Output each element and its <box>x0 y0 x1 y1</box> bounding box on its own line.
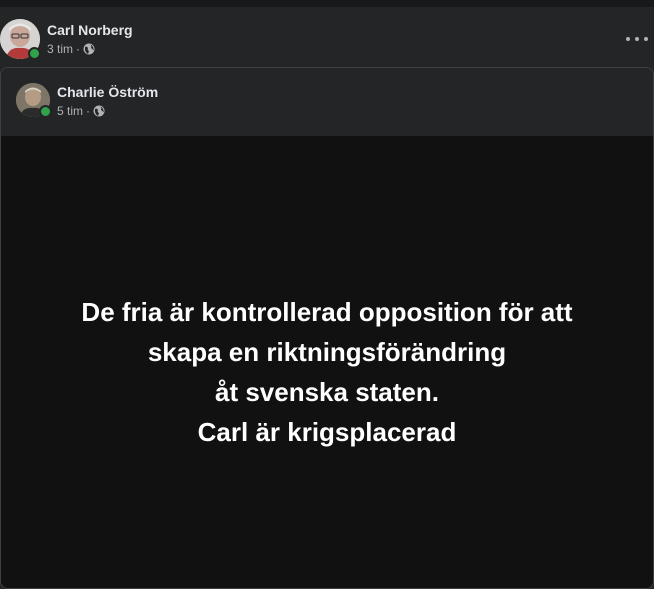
post-meta: 3 tim · <box>47 42 95 56</box>
shared-author-name[interactable]: Charlie Öström <box>57 84 158 100</box>
shared-online-status-dot <box>39 105 52 118</box>
globe-icon[interactable] <box>83 43 95 55</box>
shared-text-line: åt svenska staten. <box>214 377 439 407</box>
shared-post-meta: 5 tim · <box>57 104 105 118</box>
shared-text-line: Carl är krigsplacerad <box>197 417 457 447</box>
author-name[interactable]: Carl Norberg <box>47 22 133 38</box>
author-avatar[interactable] <box>0 19 41 60</box>
shared-post-body: De fria är kontrollerad opposition för a… <box>1 136 653 588</box>
shared-post-time[interactable]: 5 tim <box>57 104 83 118</box>
post-time[interactable]: 3 tim <box>47 42 73 56</box>
meta-separator: · <box>76 42 81 56</box>
shared-text-line: De fria är kontrollerad opposition för a… <box>81 297 573 327</box>
post-header: Carl Norberg 3 tim · <box>0 7 654 67</box>
shared-post-header: Charlie Öström 5 tim · <box>1 68 653 136</box>
shared-post-text: De fria är kontrollerad opposition för a… <box>81 272 572 452</box>
online-status-dot <box>28 47 41 60</box>
top-strip <box>0 0 654 7</box>
more-options-icon[interactable] <box>626 31 648 47</box>
shared-post-card[interactable]: Charlie Öström 5 tim · De fria är kontro… <box>0 67 654 589</box>
shared-author-avatar[interactable] <box>16 83 52 118</box>
shared-text-line: skapa en riktningsförändring <box>147 337 507 367</box>
globe-icon[interactable] <box>93 105 105 117</box>
shared-meta-separator: · <box>86 104 91 118</box>
